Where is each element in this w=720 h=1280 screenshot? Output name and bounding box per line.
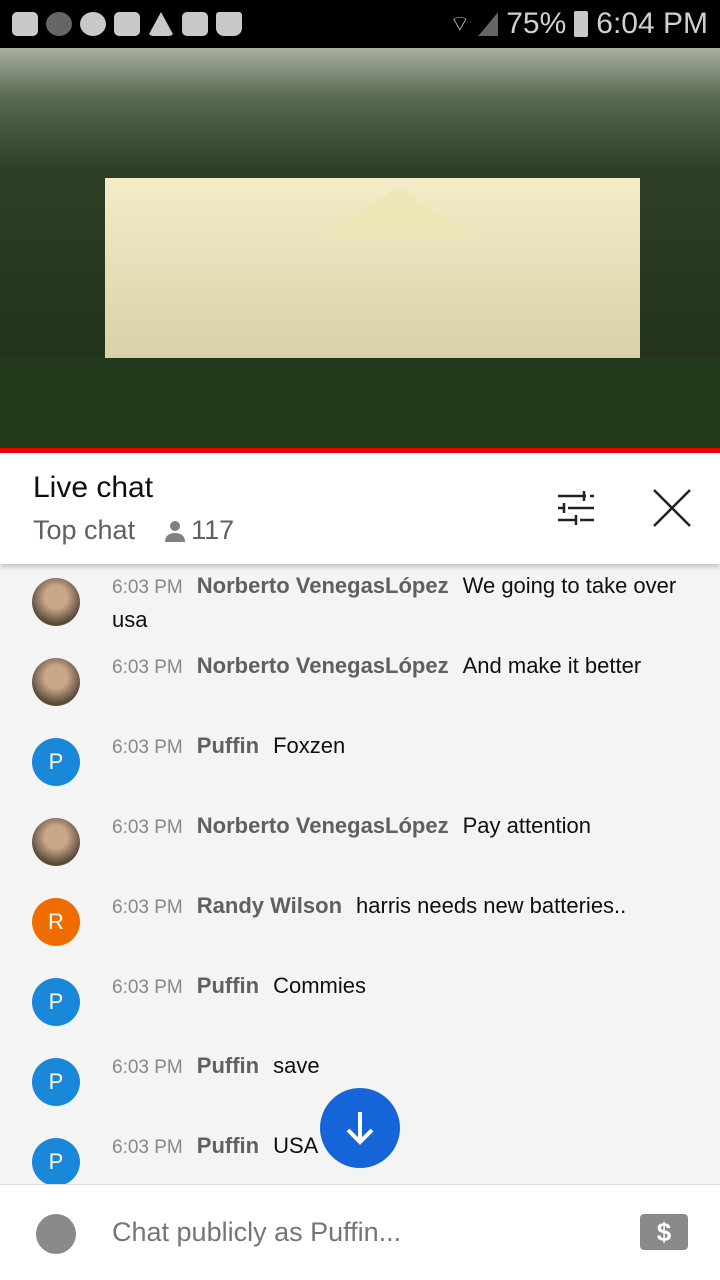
- close-icon: [653, 489, 691, 527]
- message-author[interactable]: Puffin: [197, 973, 259, 998]
- avatar-initial: P: [48, 749, 64, 774]
- message-time: 6:03 PM: [112, 657, 183, 678]
- avatar[interactable]: P: [32, 978, 80, 1026]
- message-text: save: [273, 1053, 320, 1078]
- battery-icon: [574, 11, 589, 37]
- avatar[interactable]: R: [32, 898, 80, 946]
- chat-input[interactable]: [112, 1217, 592, 1248]
- shopping-bag-icon: [216, 12, 242, 36]
- wifi-icon: ⌔: [449, 11, 471, 36]
- chat-input-bar: $: [0, 1184, 720, 1280]
- avatar[interactable]: P: [32, 1058, 80, 1106]
- avatar[interactable]: [32, 578, 80, 626]
- avatar[interactable]: [32, 658, 80, 706]
- image-icon: [182, 12, 208, 36]
- chat-title: Live chat: [33, 471, 154, 504]
- avatar-initial: P: [48, 989, 64, 1014]
- avatar-initial: R: [48, 909, 64, 934]
- avatar[interactable]: P: [32, 1138, 80, 1186]
- message-time: 6:03 PM: [112, 1137, 183, 1158]
- super-chat-button[interactable]: $: [640, 1214, 688, 1250]
- message-author[interactable]: Puffin: [197, 1053, 259, 1078]
- message-author[interactable]: Puffin: [197, 1133, 259, 1158]
- arrow-down-icon: [346, 1112, 374, 1145]
- scroll-to-bottom-button[interactable]: [320, 1088, 400, 1168]
- message-time: 6:03 PM: [112, 737, 183, 758]
- warning-icon: [148, 12, 174, 36]
- message-time: 6:03 PM: [112, 977, 183, 998]
- message-text: Foxzen: [273, 733, 346, 758]
- message-author[interactable]: Norberto VenegasLópez: [197, 653, 449, 678]
- close-button[interactable]: [650, 486, 694, 530]
- avatar-initial: P: [48, 1069, 64, 1094]
- message-text: And make it better: [462, 653, 642, 678]
- message-author[interactable]: Puffin: [197, 733, 259, 758]
- chat-mode-selector[interactable]: Top chat: [33, 515, 135, 546]
- m-icon: [80, 12, 106, 36]
- message-author[interactable]: Norberto VenegasLópez: [197, 813, 449, 838]
- avatar[interactable]: P: [32, 738, 80, 786]
- filter-settings-button[interactable]: [554, 486, 598, 530]
- message-text: USA: [273, 1133, 319, 1158]
- message-time: 6:03 PM: [112, 1057, 183, 1078]
- message-text: harris needs new batteries..: [356, 893, 627, 918]
- video-frame-lawn: [0, 358, 720, 450]
- sliders-icon: [558, 491, 594, 525]
- avatar-initial: P: [48, 1149, 64, 1174]
- message-time: 6:03 PM: [112, 577, 183, 598]
- chat-header: Live chat Top chat 117: [0, 453, 720, 564]
- message-author[interactable]: Randy Wilson: [197, 893, 342, 918]
- avatar[interactable]: [32, 818, 80, 866]
- viewer-count: 117: [191, 515, 235, 545]
- message-time: 6:03 PM: [112, 897, 183, 918]
- message-author[interactable]: Norberto VenegasLópez: [197, 573, 449, 598]
- youtube-icon: [12, 12, 38, 36]
- clock: 6:04 PM: [596, 7, 708, 40]
- folder-icon: [114, 12, 140, 36]
- signal-icon: [478, 12, 499, 36]
- video-player[interactable]: [0, 48, 720, 450]
- battery-percent: 75%: [506, 7, 567, 40]
- status-bar: ⌔ 75% 6:04 PM: [0, 0, 720, 48]
- message-text: Pay attention: [462, 813, 592, 838]
- message-text: Commies: [273, 973, 366, 998]
- person-icon: [165, 520, 186, 542]
- message-time: 6:03 PM: [112, 817, 183, 838]
- m-icon: [46, 12, 72, 36]
- emoji-icon[interactable]: [36, 1214, 76, 1254]
